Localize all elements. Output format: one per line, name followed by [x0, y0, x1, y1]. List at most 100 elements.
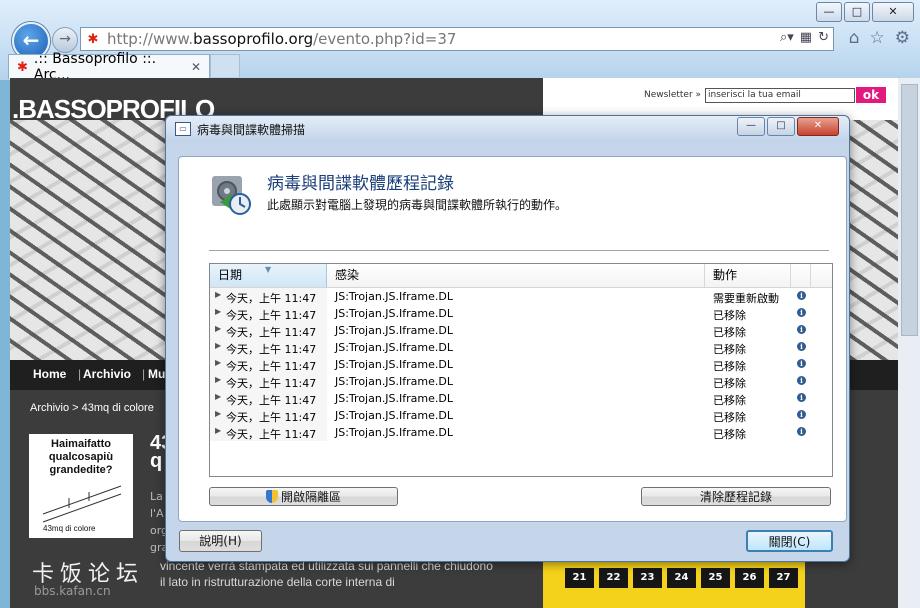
site-favicon-icon: ✱ — [87, 31, 99, 47]
row-action: 已移除 — [713, 326, 746, 339]
new-tab-button[interactable] — [210, 54, 240, 77]
row-action: 已移除 — [713, 360, 746, 373]
row-infection: JS:Trojan.JS.Iframe.DL — [335, 375, 453, 388]
calendar-day[interactable]: 24 — [667, 568, 696, 588]
info-icon[interactable]: i — [797, 427, 806, 436]
info-icon[interactable]: i — [797, 325, 806, 334]
scrollbar-thumb[interactable] — [901, 84, 918, 336]
info-icon[interactable]: i — [797, 376, 806, 385]
row-date: 今天，上午 11:47 — [226, 343, 317, 356]
info-icon[interactable]: i — [797, 342, 806, 351]
dialog-titlebar[interactable]: ▭ 病毒與間諜軟體掃描 — □ ✕ — [166, 116, 849, 142]
column-header-infection[interactable]: 感染 — [327, 264, 705, 287]
table-row[interactable]: ▶ 今天，上午 11:47 JS:Trojan.JS.Iframe.DL 已移除 i — [210, 305, 832, 322]
address-url[interactable]: http://www.bassoprofilo.org/evento.php?i… — [107, 30, 456, 48]
row-infection: JS:Trojan.JS.Iframe.DL — [335, 358, 453, 371]
table-row[interactable]: ▶ 今天，上午 11:47 JS:Trojan.JS.Iframe.DL 已移除 i — [210, 407, 832, 424]
info-icon[interactable]: i — [797, 291, 806, 300]
table-row[interactable]: ▶ 今天，上午 11:47 JS:Trojan.JS.Iframe.DL 已移除 i — [210, 373, 832, 390]
table-row[interactable]: ▶ 今天，上午 11:47 JS:Trojan.JS.Iframe.DL 已移除 i — [210, 424, 832, 441]
uac-shield-icon — [265, 490, 278, 503]
history-table[interactable]: ▼ 日期 感染 動作 ▶ 今天，上午 11:47 JS:Trojan.JS.Ifra… — [209, 263, 833, 477]
calendar-day[interactable]: 22 — [599, 568, 628, 588]
close-button[interactable]: 關閉(C) — [746, 530, 833, 552]
open-quarantine-button[interactable]: 開啟隔離區 — [209, 487, 398, 506]
calendar-day[interactable]: 25 — [701, 568, 730, 588]
event-thumbnail[interactable]: Haimaifatto qualcosapiù grandedite? 43mq… — [29, 434, 133, 538]
expand-arrow-icon[interactable]: ▶ — [215, 290, 221, 299]
nav-mu[interactable]: Mu — [148, 367, 165, 381]
row-date: 今天，上午 11:47 — [226, 360, 317, 373]
newsletter-ok-button[interactable]: ok — [856, 87, 886, 103]
expand-arrow-icon[interactable]: ▶ — [215, 392, 221, 401]
expand-arrow-icon[interactable]: ▶ — [215, 324, 221, 333]
favorites-star-icon[interactable]: ☆ — [870, 28, 885, 48]
info-icon[interactable]: i — [797, 393, 806, 402]
info-icon[interactable]: i — [797, 308, 806, 317]
dialog-content: 病毒與間諜軟體歷程記錄 此處顯示對電腦上發現的病毒與間諜軟體所執行的動作。 ▼ … — [178, 156, 847, 522]
app-window-icon: ▭ — [175, 122, 191, 136]
row-infection: JS:Trojan.JS.Iframe.DL — [335, 290, 453, 303]
scan-history-gear-icon — [212, 176, 251, 215]
ad-drawing — [42, 485, 122, 523]
row-infection: JS:Trojan.JS.Iframe.DL — [335, 426, 453, 439]
dialog-title: 病毒與間諜軟體掃描 — [197, 123, 306, 137]
expand-arrow-icon[interactable]: ▶ — [215, 409, 221, 418]
dialog-maximize-button[interactable]: □ — [767, 117, 795, 136]
address-tools: ⌕▾ ▦ ↻ — [780, 30, 829, 45]
expand-arrow-icon[interactable]: ▶ — [215, 358, 221, 367]
address-bar[interactable]: ✱ http://www.bassoprofilo.org/evento.php… — [80, 27, 834, 51]
row-action: 需要重新啟動 — [713, 292, 779, 305]
table-row[interactable]: ▶ 今天，上午 11:47 JS:Trojan.JS.Iframe.DL 需要重新啟動… — [210, 288, 832, 305]
calendar-day[interactable]: 27 — [769, 568, 798, 588]
expand-arrow-icon[interactable]: ▶ — [215, 307, 221, 316]
expand-arrow-icon[interactable]: ▶ — [215, 426, 221, 435]
column-header-action[interactable]: 動作 — [705, 264, 791, 287]
close-tab-icon[interactable]: ✕ — [191, 60, 201, 74]
breadcrumb[interactable]: Archivio > 43mq di colore — [30, 402, 154, 414]
maximize-button[interactable]: □ — [844, 2, 870, 22]
search-icon[interactable]: ⌕▾ — [780, 30, 794, 45]
table-header: ▼ 日期 感染 動作 — [210, 264, 832, 288]
dialog-heading: 病毒與間諜軟體歷程記錄 — [267, 174, 454, 194]
info-icon[interactable]: i — [797, 359, 806, 368]
newsletter-email-input[interactable]: inserisci la tua email — [705, 88, 855, 103]
expand-arrow-icon[interactable]: ▶ — [215, 341, 221, 350]
calendar-day[interactable]: 26 — [735, 568, 764, 588]
clear-history-button[interactable]: 清除歷程記錄 — [641, 487, 831, 506]
page-scrollbar[interactable] — [898, 78, 920, 608]
nav-home[interactable]: Home — [33, 367, 66, 381]
calendar: 21 22 23 24 25 26 27 — [543, 558, 805, 608]
table-row[interactable]: ▶ 今天，上午 11:47 JS:Trojan.JS.Iframe.DL 已移除 i — [210, 390, 832, 407]
column-header-date[interactable]: ▼ 日期 — [210, 264, 327, 287]
table-row[interactable]: ▶ 今天，上午 11:47 JS:Trojan.JS.Iframe.DL 已移除 i — [210, 356, 832, 373]
help-button[interactable]: 說明(H) — [179, 530, 262, 552]
browser-tab[interactable]: ✱ .:: Bassoprofilo ::. Arc... ✕ — [8, 51, 210, 83]
browser-right-icons: ⌂ ☆ ⚙ — [849, 28, 910, 48]
refresh-icon[interactable]: ↻ — [818, 30, 829, 45]
row-action: 已移除 — [713, 309, 746, 322]
sort-down-icon: ▼ — [265, 265, 272, 274]
gear-icon[interactable]: ⚙ — [895, 28, 910, 48]
home-icon[interactable]: ⌂ — [849, 28, 860, 48]
table-row[interactable]: ▶ 今天，上午 11:47 JS:Trojan.JS.Iframe.DL 已移除 i — [210, 322, 832, 339]
minimize-button[interactable]: — — [816, 2, 842, 22]
calendar-day[interactable]: 23 — [633, 568, 662, 588]
row-infection: JS:Trojan.JS.Iframe.DL — [335, 392, 453, 405]
browser-toolbar: — □ ✕ ← → ✱ http://www.bassoprofilo.org/… — [0, 0, 920, 83]
row-date: 今天，上午 11:47 — [226, 292, 317, 305]
info-icon[interactable]: i — [797, 410, 806, 419]
compatibility-icon[interactable]: ▦ — [800, 30, 812, 45]
close-window-button[interactable]: ✕ — [872, 2, 914, 22]
calendar-day[interactable]: 21 — [565, 568, 594, 588]
nav-archivio[interactable]: Archivio — [83, 367, 131, 381]
table-row[interactable]: ▶ 今天，上午 11:47 JS:Trojan.JS.Iframe.DL 已移除 i — [210, 339, 832, 356]
row-action: 已移除 — [713, 411, 746, 424]
watermark-url: bbs.kafan.cn — [34, 584, 111, 598]
expand-arrow-icon[interactable]: ▶ — [215, 375, 221, 384]
forward-button[interactable]: → — [52, 27, 78, 53]
row-action: 已移除 — [713, 394, 746, 407]
row-action: 已移除 — [713, 428, 746, 441]
dialog-close-x-button[interactable]: ✕ — [797, 117, 839, 136]
dialog-minimize-button[interactable]: — — [737, 117, 765, 136]
